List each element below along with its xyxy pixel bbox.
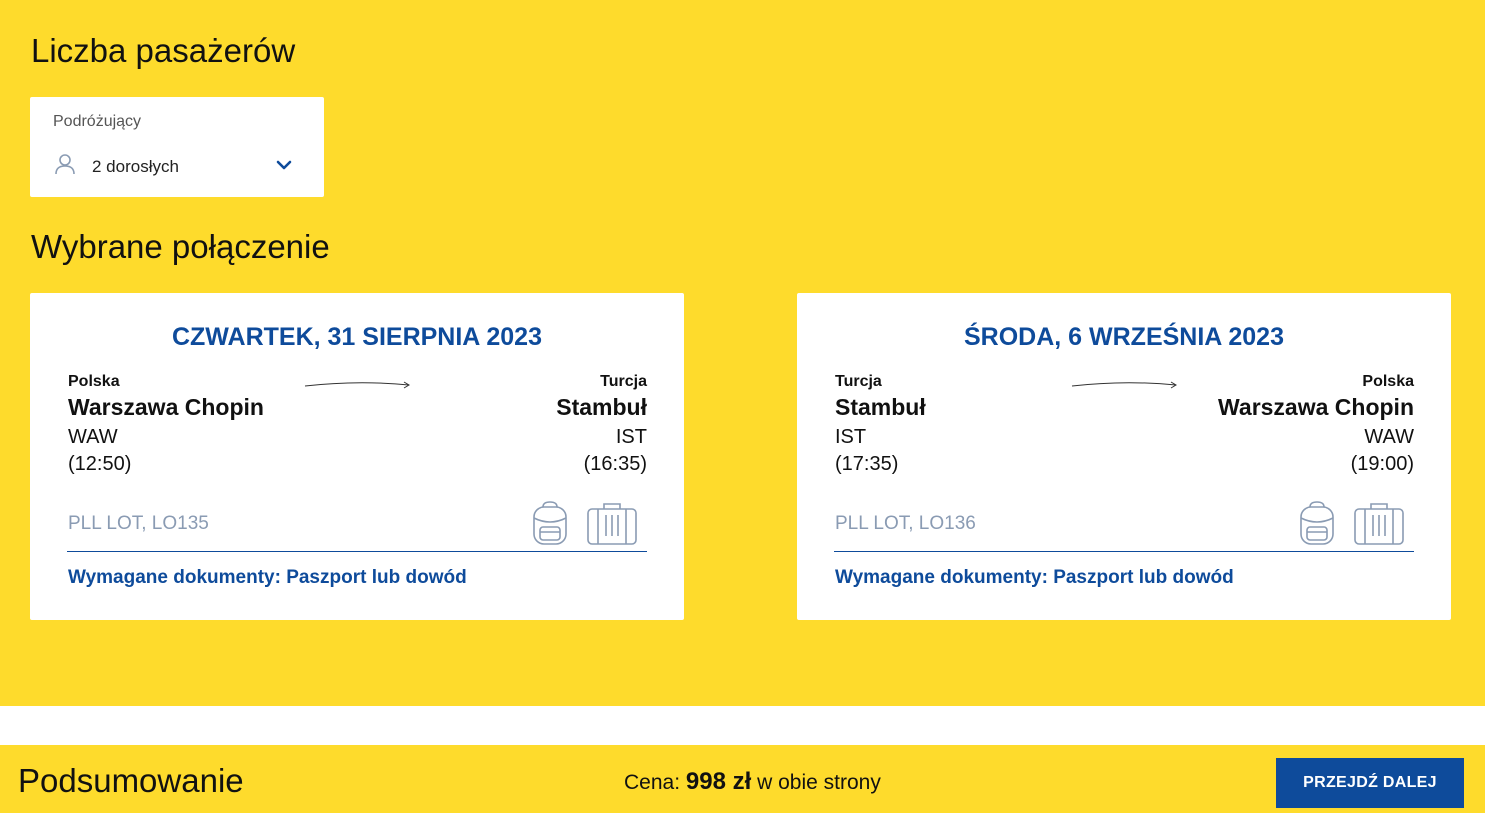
- chevron-down-icon[interactable]: [275, 159, 293, 171]
- flight-date: ŚRODA, 6 WRZEŚNIA 2023: [964, 323, 1284, 351]
- destination-country: Polska: [1362, 373, 1414, 390]
- price-summary: Cena: 998 zł w obie strony: [624, 768, 881, 796]
- origin-code: IST: [835, 426, 867, 448]
- origin-code: WAW: [68, 426, 118, 448]
- card-divider: [834, 551, 1414, 552]
- separator-strip: [0, 706, 1485, 745]
- flight-card-outbound: CZWARTEK, 31 SIERPNIA 2023 Polska Warsza…: [30, 293, 684, 620]
- backpack-icon[interactable]: [1297, 500, 1337, 546]
- card-divider: [67, 551, 647, 552]
- origin-country: Polska: [68, 373, 120, 390]
- flight-card-return: ŚRODA, 6 WRZEŚNIA 2023 Turcja Stambuł IS…: [797, 293, 1451, 620]
- connection-heading: Wybrane połączenie: [31, 228, 330, 265]
- required-documents-link[interactable]: Wymagane dokumenty: Paszport lub dowód: [835, 567, 1234, 589]
- flight-number: PLL LOT, LO135: [68, 513, 209, 534]
- origin-country: Turcja: [835, 373, 882, 390]
- departure-time: (12:50): [68, 453, 132, 475]
- arrow-right-icon: [304, 381, 410, 389]
- destination-code: IST: [615, 426, 647, 448]
- destination-country: Turcja: [600, 373, 647, 390]
- departure-time: (17:35): [835, 453, 899, 475]
- required-documents-link[interactable]: Wymagane dokumenty: Paszport lub dowód: [68, 567, 467, 589]
- price-prefix: Cena:: [624, 771, 686, 794]
- arrow-right-icon: [1071, 381, 1177, 389]
- user-icon: [55, 154, 75, 175]
- arrival-time: (19:00): [1350, 453, 1414, 475]
- next-button[interactable]: PRZEJDŹ DALEJ: [1276, 758, 1464, 808]
- passengers-value: 2 dorosłych: [92, 157, 179, 176]
- price-suffix: w obie strony: [751, 771, 881, 794]
- flight-date: CZWARTEK, 31 SIERPNIA 2023: [171, 323, 542, 351]
- summary-title: Podsumowanie: [18, 762, 244, 799]
- destination-code: WAW: [1364, 426, 1414, 448]
- passengers-selector[interactable]: Podróżujący 2 dorosłych: [30, 97, 324, 197]
- passengers-heading: Liczba pasażerów: [31, 32, 296, 69]
- backpack-icon[interactable]: [530, 500, 570, 546]
- destination-airport: Warszawa Chopin: [1218, 394, 1414, 420]
- suitcase-icon[interactable]: [1353, 502, 1405, 546]
- origin-airport: Stambuł: [835, 394, 926, 420]
- flight-number: PLL LOT, LO136: [835, 513, 976, 534]
- passengers-field-label: Podróżujący: [53, 113, 142, 130]
- price-amount: 998 zł: [685, 768, 752, 795]
- destination-airport: Stambuł: [556, 394, 647, 420]
- arrival-time: (16:35): [583, 453, 647, 475]
- origin-airport: Warszawa Chopin: [68, 394, 264, 420]
- suitcase-icon[interactable]: [586, 502, 638, 546]
